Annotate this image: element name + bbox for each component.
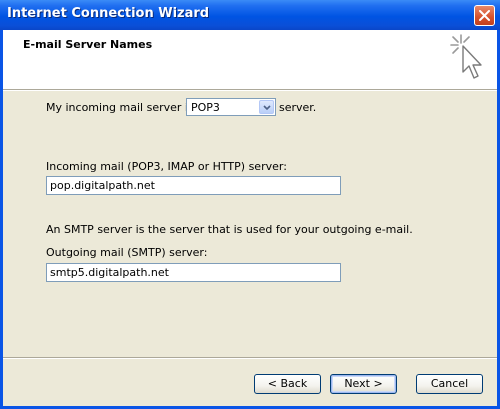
incoming-type-suffix: server.: [279, 101, 317, 114]
page-title: E-mail Server Names: [23, 38, 153, 51]
title-bar[interactable]: Internet Connection Wizard: [0, 0, 500, 30]
outgoing-server-value: smtp5.digitalpath.net: [50, 266, 169, 279]
back-button[interactable]: < Back: [254, 374, 321, 394]
close-icon: [479, 10, 490, 21]
header-divider: [3, 89, 497, 91]
incoming-server-input[interactable]: pop.digitalpath.net: [46, 176, 341, 195]
window-title: Internet Connection Wizard: [7, 6, 210, 21]
incoming-server-type-value: POP3: [191, 101, 220, 114]
incoming-server-type-select[interactable]: POP3: [186, 98, 276, 116]
smtp-info-text: An SMTP server is the server that is use…: [46, 223, 413, 236]
outgoing-server-input[interactable]: smtp5.digitalpath.net: [46, 263, 341, 282]
incoming-server-value: pop.digitalpath.net: [50, 179, 155, 192]
dropdown-button[interactable]: [259, 100, 274, 114]
chevron-down-icon: [263, 105, 271, 111]
close-button[interactable]: [474, 5, 495, 26]
wizard-header: E-mail Server Names: [3, 30, 497, 89]
outgoing-server-label: Outgoing mail (SMTP) server:: [46, 246, 208, 259]
dialog-body: E-mail Server Names My incoming mail ser…: [3, 30, 497, 406]
wizard-cursor-icon: [450, 34, 482, 79]
incoming-type-label: My incoming mail server is a: [46, 101, 204, 114]
wizard-window: Internet Connection Wizard E-mail Server…: [0, 0, 500, 409]
footer-divider: [3, 357, 497, 359]
next-button[interactable]: Next >: [330, 374, 397, 394]
cancel-button[interactable]: Cancel: [416, 374, 483, 394]
incoming-server-label: Incoming mail (POP3, IMAP or HTTP) serve…: [46, 160, 287, 173]
